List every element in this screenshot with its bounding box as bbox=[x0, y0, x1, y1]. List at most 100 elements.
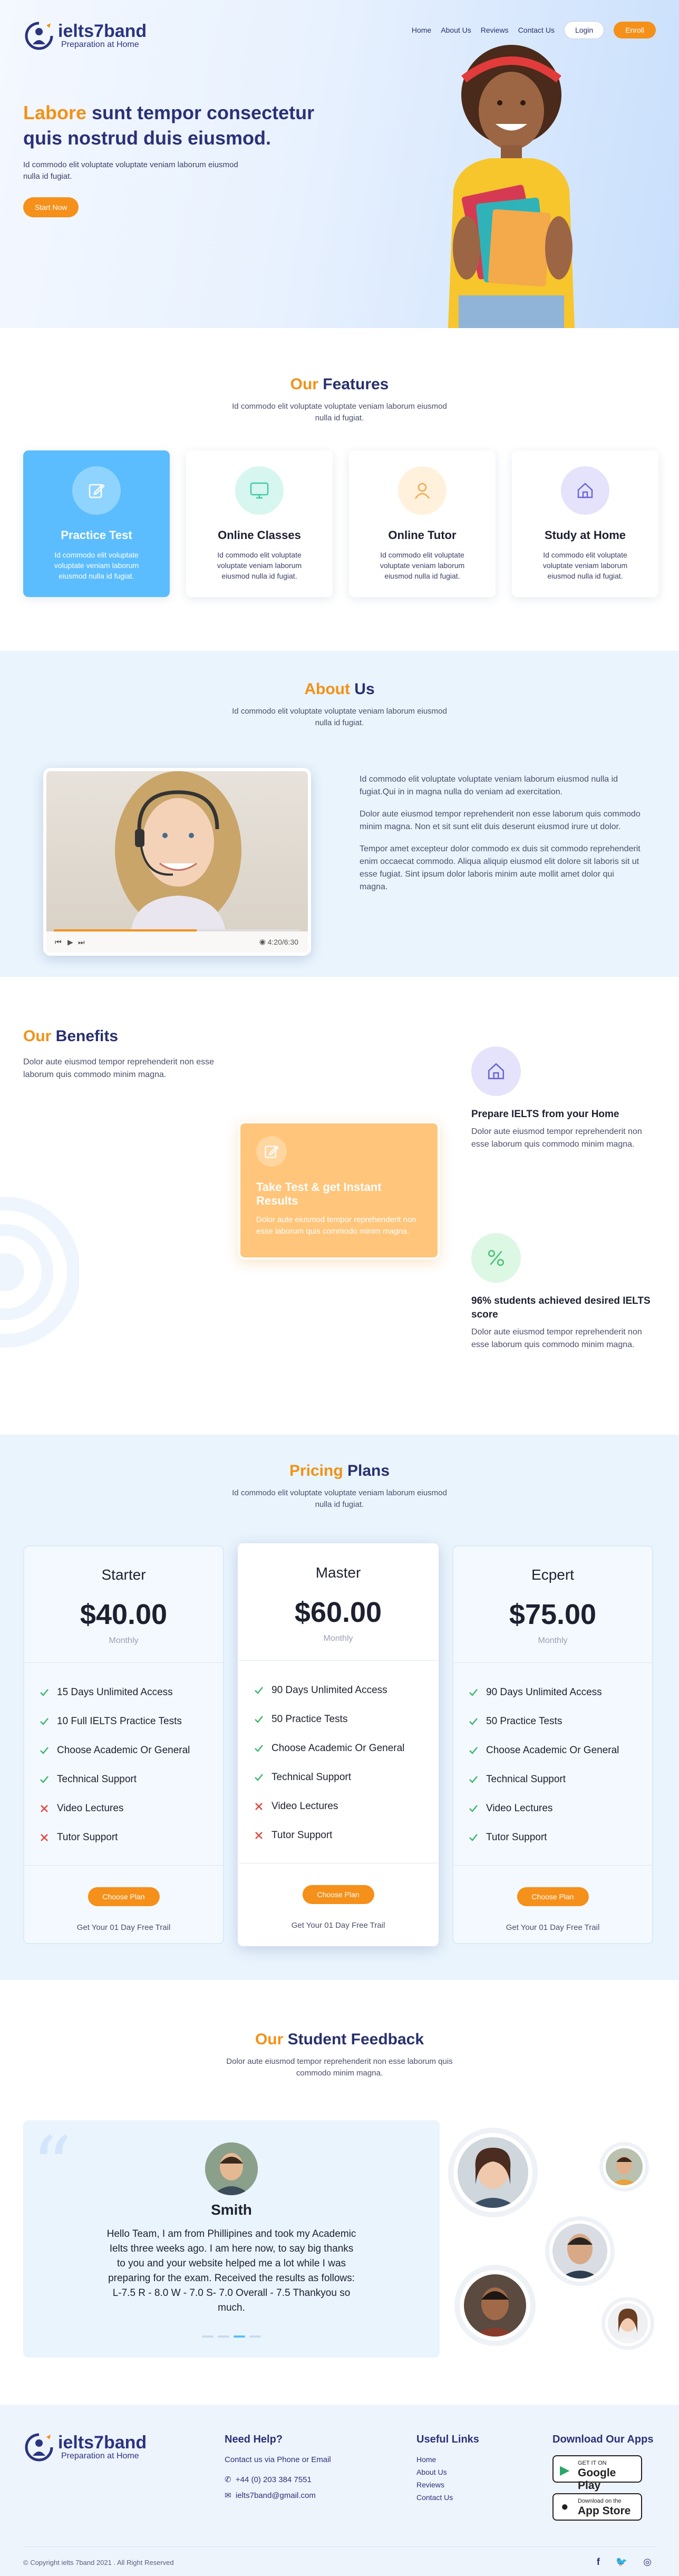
plan-price: $60.00 bbox=[294, 1597, 382, 1628]
feedback-section: Our Student Feedback Dolor aute eiusmod … bbox=[0, 1980, 679, 2405]
feature-text: Id commodo elit voluptate voluptate veni… bbox=[54, 551, 139, 580]
skip-forward-icon[interactable]: ⏭ bbox=[78, 938, 85, 947]
quote-icon: “ bbox=[32, 2120, 72, 2212]
plan-feature-text: 50 Practice Tests bbox=[486, 1715, 562, 1727]
pricing-plans: Starter $40.00 Monthly 15 Days Unlimited Ac… bbox=[23, 1543, 653, 1946]
plan-feature: Technical Support bbox=[39, 1765, 223, 1794]
feature-text: Id commodo elit voluptate voluptate veni… bbox=[217, 551, 302, 580]
plan-feature-text: Technical Support bbox=[271, 1771, 352, 1783]
brand-name: ielts7band bbox=[58, 21, 147, 41]
instagram-icon[interactable]: ◎ bbox=[643, 2556, 652, 2568]
plan-name: Master bbox=[315, 1564, 361, 1581]
benefit-item-title: Prepare IELTS from your Home bbox=[471, 1109, 619, 1120]
check-icon bbox=[468, 1832, 479, 1843]
carousel-dot[interactable] bbox=[202, 2335, 214, 2338]
plan-feature-text: 15 Days Unlimited Access bbox=[57, 1686, 173, 1698]
pricing-subtitle: Id commodo elit voluptate voluptate veni… bbox=[232, 1488, 447, 1509]
footer-phone-number: +44 (0) 203 384 7551 bbox=[235, 2475, 312, 2484]
about-section: About Us Id commodo elit voluptate volup… bbox=[0, 651, 679, 977]
plan-feature-text: Video Lectures bbox=[271, 1800, 338, 1812]
check-icon bbox=[39, 1687, 50, 1698]
carousel-dot-active[interactable] bbox=[234, 2335, 245, 2338]
feature-card-study-at-home[interactable]: Study at Home Id commodo elit voluptate … bbox=[512, 450, 658, 597]
hero-section: ielts7band Preparation at Home Home Abou… bbox=[0, 0, 679, 328]
edit-icon bbox=[256, 1136, 287, 1167]
plan-feature-text: Tutor Support bbox=[57, 1831, 118, 1843]
plan-feature-text: Choose Academic Or General bbox=[271, 1742, 405, 1754]
plan-feature: Technical Support bbox=[254, 1763, 438, 1792]
about-title-accent: About bbox=[304, 680, 350, 698]
feature-card-online-classes[interactable]: Online Classes Id commodo elit voluptate… bbox=[186, 450, 333, 597]
feature-title: Practice Test bbox=[61, 528, 132, 542]
check-icon bbox=[39, 1774, 50, 1785]
benefit-item-text: Dolor aute eiusmod tempor reprehenderit … bbox=[471, 1328, 642, 1349]
plan-feature: 90 Days Unlimited Access bbox=[254, 1676, 438, 1705]
hero-subtitle: Id commodo elit voluptate voluptate veni… bbox=[23, 160, 238, 181]
check-icon bbox=[254, 1685, 264, 1696]
cross-icon bbox=[254, 1801, 264, 1812]
plan-feature-text: Video Lectures bbox=[486, 1802, 553, 1814]
footer-phone[interactable]: ✆ +44 (0) 203 384 7551 bbox=[225, 2475, 331, 2484]
footer-link-reviews[interactable]: Reviews bbox=[416, 2481, 479, 2489]
play-icon[interactable]: ▶ bbox=[67, 938, 73, 947]
benefits-subtitle: Dolor aute eiusmod tempor reprehenderit … bbox=[23, 1058, 214, 1079]
feature-card-online-tutor[interactable]: Online Tutor Id commodo elit voluptate v… bbox=[349, 450, 496, 597]
choose-plan-button[interactable]: Choose Plan bbox=[517, 1887, 589, 1906]
divider bbox=[24, 1865, 223, 1866]
choose-plan-button[interactable]: Choose Plan bbox=[88, 1887, 160, 1906]
app-store-badge[interactable]: ● Download on the App Store bbox=[552, 2493, 642, 2521]
video-player[interactable]: ⏮ ▶ ⏭ ◉ 4:20/6:30 bbox=[43, 768, 311, 956]
testimonial-avatar bbox=[205, 2142, 258, 2195]
footer-help-title: Need Help? bbox=[225, 2434, 283, 2445]
footer-link-home[interactable]: Home bbox=[416, 2455, 479, 2464]
plan-features: 90 Days Unlimited Access 50 Practice Test… bbox=[453, 1663, 652, 1852]
student-avatar[interactable] bbox=[460, 2270, 530, 2341]
plan-feature: 50 Practice Tests bbox=[254, 1705, 438, 1734]
brand-tagline: Preparation at Home bbox=[61, 2452, 139, 2460]
plan-price: $75.00 bbox=[509, 1599, 597, 1630]
about-paragraph: Dolor aute eiusmod tempor reprehenderit … bbox=[360, 810, 641, 831]
plan-period: Monthly bbox=[538, 1636, 568, 1645]
twitter-icon[interactable]: 🐦 bbox=[616, 2556, 627, 2568]
benefit-item-title: 96% students achieved desired IELTS scor… bbox=[471, 1295, 651, 1320]
plan-feature-text: Video Lectures bbox=[57, 1802, 124, 1814]
feature-card-practice-test[interactable]: Practice Test Id commodo elit voluptate … bbox=[23, 450, 170, 597]
pricing-title: Pricing Plans bbox=[0, 1435, 679, 1480]
feature-title: Online Tutor bbox=[388, 528, 457, 542]
student-avatar[interactable] bbox=[603, 2146, 645, 2188]
hero-title-accent: Labore bbox=[23, 102, 87, 123]
feedback-title-accent: Our bbox=[255, 2031, 284, 2048]
student-avatar[interactable] bbox=[605, 2301, 651, 2346]
features-section: Our Features Id commodo elit voluptate v… bbox=[0, 328, 679, 651]
student-avatar[interactable] bbox=[453, 2133, 532, 2212]
skip-back-icon[interactable]: ⏮ bbox=[55, 938, 62, 947]
google-play-badge[interactable]: ▶ GET IT ON Google Play bbox=[552, 2455, 642, 2492]
benefit-card-text: Dolor aute eiusmod tempor reprehenderit … bbox=[256, 1215, 416, 1236]
check-icon bbox=[468, 1774, 479, 1785]
footer-logo[interactable]: ielts7band Preparation at Home bbox=[23, 2431, 147, 2463]
plan-feature: Video Lectures bbox=[468, 1794, 652, 1823]
choose-plan-button[interactable]: Choose Plan bbox=[302, 1885, 374, 1904]
facebook-icon[interactable]: f bbox=[597, 2556, 600, 2568]
pricing-card-ecpert: Ecpert $75.00 Monthly 90 Days Unlimited Acc… bbox=[452, 1545, 653, 1944]
carousel-dot[interactable] bbox=[218, 2335, 229, 2338]
carousel-dot[interactable] bbox=[249, 2335, 261, 2338]
monitor-icon bbox=[235, 466, 284, 515]
edit-icon bbox=[72, 466, 121, 515]
benefit-item-text: Dolor aute eiusmod tempor reprehenderit … bbox=[471, 1127, 642, 1149]
benefit-card-instant-results[interactable]: Take Test & get Instant Results Dolor au… bbox=[238, 1121, 440, 1260]
brand-logo[interactable]: ielts7band Preparation at Home bbox=[23, 20, 147, 52]
footer-link-about[interactable]: About Us bbox=[416, 2468, 479, 2476]
google-play-small: GET IT ON bbox=[578, 2460, 607, 2466]
footer-email[interactable]: ✉ ielts7band@gmail.com bbox=[225, 2491, 331, 2500]
video-thumbnail-image bbox=[115, 771, 241, 931]
feature-text: Id commodo elit voluptate voluptate veni… bbox=[380, 551, 465, 580]
plan-feature: Choose Academic Or General bbox=[39, 1736, 223, 1765]
footer: ielts7band Preparation at Home Need Help… bbox=[0, 2405, 679, 2576]
student-avatar[interactable] bbox=[549, 2221, 610, 2282]
check-icon bbox=[468, 1803, 479, 1814]
plan-feature: Technical Support bbox=[468, 1765, 652, 1794]
testimonial-text: Hello Team, I am from Phillipines and to… bbox=[106, 2228, 356, 2313]
start-now-button[interactable]: Start Now bbox=[23, 197, 79, 217]
footer-link-contact[interactable]: Contact Us bbox=[416, 2493, 479, 2502]
